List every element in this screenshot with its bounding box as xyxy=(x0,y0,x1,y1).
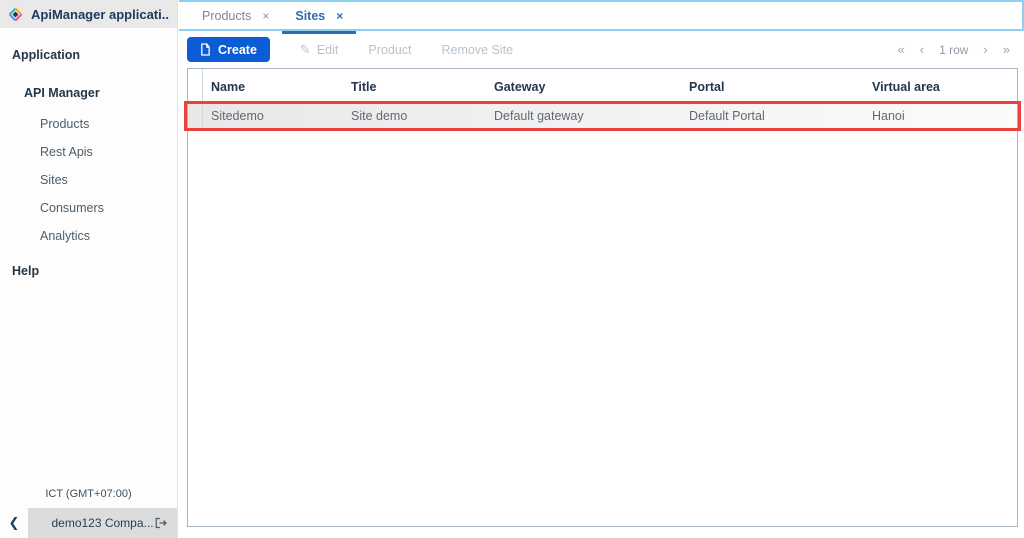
tab-sites[interactable]: Sites × xyxy=(282,2,357,34)
tab-products[interactable]: Products × xyxy=(189,2,282,29)
pagination-row-count: 1 row xyxy=(939,42,969,57)
column-header-portal[interactable]: Portal xyxy=(681,69,864,104)
sidebar-item-consumers[interactable]: Consumers xyxy=(0,194,177,222)
toolbar: Create ✎ Edit Product Remove Site « ‹ 1 … xyxy=(179,31,1024,68)
row-selector-cell xyxy=(188,104,203,128)
table-row[interactable]: Sitedemo Site demo Default gateway Defau… xyxy=(184,101,1021,131)
pencil-icon: ✎ xyxy=(299,41,311,57)
sidebar-collapse-button[interactable]: ❮ xyxy=(0,508,28,538)
sidebar-item-rest-apis[interactable]: Rest Apis xyxy=(0,138,177,166)
sidebar: ApiManager applicati... Application API … xyxy=(0,0,178,538)
edit-button-label: Edit xyxy=(316,42,339,57)
tab-products-label: Products xyxy=(202,8,252,23)
sidebar-nav: Application API Manager Products Rest Ap… xyxy=(0,28,177,286)
sidebar-item-sites[interactable]: Sites xyxy=(0,166,177,194)
sidebar-section-help[interactable]: Help xyxy=(0,256,177,286)
sidebar-section-application[interactable]: Application xyxy=(0,40,177,70)
table-header-row: Name Title Gateway Portal Virtual area xyxy=(188,69,1017,104)
pagination-prev-icon[interactable]: ‹ xyxy=(920,42,924,57)
row-cell-title: Site demo xyxy=(351,109,408,123)
sidebar-item-analytics[interactable]: Analytics xyxy=(0,222,177,250)
row-cell-portal: Default Portal xyxy=(689,109,765,123)
product-button-label: Product xyxy=(368,42,412,57)
tab-products-close-icon[interactable]: × xyxy=(262,9,269,23)
sidebar-group-api-manager[interactable]: API Manager xyxy=(0,76,177,110)
company-label: demo123 Compa... xyxy=(51,516,154,530)
sites-table: Name Title Gateway Portal Virtual area S… xyxy=(184,68,1021,527)
remove-site-button-label: Remove Site xyxy=(441,42,514,57)
tab-sites-label: Sites xyxy=(295,8,326,23)
remove-site-button[interactable]: Remove Site xyxy=(441,43,513,57)
row-cell-name: Sitedemo xyxy=(211,109,264,123)
sidebar-header: ApiManager applicati... xyxy=(0,0,177,28)
app-logo-icon xyxy=(8,7,23,22)
column-header-title[interactable]: Title xyxy=(343,69,486,104)
pagination-last-icon[interactable]: » xyxy=(1003,42,1010,57)
row-cell-gateway: Default gateway xyxy=(494,109,584,123)
column-header-name[interactable]: Name xyxy=(203,69,343,104)
sidebar-item-products[interactable]: Products xyxy=(0,110,177,138)
table-header-selector-column xyxy=(188,69,203,104)
pagination: « ‹ 1 row › » xyxy=(898,42,1011,57)
chevron-left-icon: ❮ xyxy=(8,515,20,530)
column-header-gateway[interactable]: Gateway xyxy=(486,69,681,104)
tab-bar: Products × Sites × xyxy=(179,0,1024,34)
pagination-next-icon[interactable]: › xyxy=(983,42,987,57)
pagination-first-icon[interactable]: « xyxy=(898,42,905,57)
company-menu[interactable]: demo123 Compa... xyxy=(28,508,177,538)
create-document-icon xyxy=(200,43,211,56)
sidebar-footer: ❮ demo123 Compa... xyxy=(0,508,177,538)
create-button[interactable]: Create xyxy=(187,37,270,62)
logout-icon[interactable] xyxy=(155,517,168,529)
row-cell-virtual-area: Hanoi xyxy=(872,109,905,123)
timezone-label: ICT (GMT+07:00) xyxy=(45,488,132,500)
column-header-virtual-area[interactable]: Virtual area xyxy=(864,69,1017,104)
create-button-label: Create xyxy=(218,42,257,57)
app-title: ApiManager applicati... xyxy=(31,6,169,22)
tab-sites-close-icon[interactable]: × xyxy=(336,9,343,23)
product-button[interactable]: Product xyxy=(368,43,411,57)
edit-button[interactable]: ✎ Edit xyxy=(300,42,338,58)
main-area: Products × Sites × Create ✎ Edit Product xyxy=(179,0,1024,538)
